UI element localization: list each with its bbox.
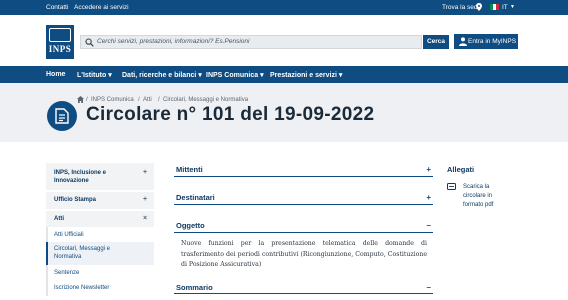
download-pdf-link[interactable]: Scarica la circolare in formato pdf — [463, 183, 523, 210]
nav-home[interactable]: Home — [46, 71, 65, 78]
search-icon — [85, 38, 94, 47]
myinps-login-button[interactable]: Entra in MyINPS — [454, 34, 518, 49]
location-pin-icon — [476, 3, 482, 11]
main-nav: Home L'Istituto ▾ Dati, ricerche e bilan… — [0, 66, 568, 83]
language-selector[interactable]: IT — [502, 4, 508, 11]
expand-icon: + — [143, 196, 148, 203]
section-oggetto[interactable]: Oggetto – — [174, 218, 433, 233]
breadcrumb-atti[interactable]: Atti — [143, 97, 152, 103]
top-utility-bar: Contatti Accedere ai servizi Trova la se… — [0, 0, 568, 15]
nav-comunica[interactable]: INPS Comunica ▾ — [206, 71, 264, 79]
sidebar-subitem-atti-ufficiali[interactable]: Atti Ufficiali — [46, 227, 154, 242]
oggetto-text: Nuove funzioni per la presentazione tele… — [181, 240, 427, 268]
allegati-heading: Allegati — [447, 165, 475, 174]
pdf-icon — [447, 183, 456, 190]
user-icon — [459, 37, 467, 46]
nav-istituto[interactable]: L'Istituto ▾ — [77, 71, 112, 79]
breadcrumb-comunica[interactable]: INPS Comunica — [91, 97, 134, 103]
expand-icon: + — [143, 169, 148, 176]
expand-icon: + — [426, 165, 431, 174]
nav-dati[interactable]: Dati, ricerche e bilanci ▾ — [122, 71, 202, 79]
inps-logo[interactable]: INPS — [46, 25, 74, 59]
close-icon: × — [143, 215, 148, 222]
document-icon — [47, 101, 77, 131]
expand-icon: + — [426, 193, 431, 202]
collapse-icon: – — [426, 221, 431, 230]
contatti-link[interactable]: Contatti — [46, 4, 68, 11]
site-header: INPS Cerchi servizi, prestazioni, inform… — [0, 15, 568, 66]
search-button[interactable]: Cerca — [423, 35, 449, 49]
sidebar-subitem-circolari[interactable]: Circolari, Messaggi e Normativa — [46, 242, 154, 265]
sidebar-subitem-sentenze[interactable]: Sentenze — [46, 265, 154, 280]
italian-flag-icon[interactable] — [490, 4, 499, 10]
search-input[interactable]: Cerchi servizi, prestazioni, informazion… — [80, 35, 422, 49]
section-sommario[interactable]: Sommario – — [174, 280, 433, 294]
search-placeholder: Cerchi servizi, prestazioni, informazion… — [97, 38, 250, 45]
accedere-servizi-link[interactable]: Accedere ai servizi — [74, 4, 129, 11]
nav-prestazioni[interactable]: Prestazioni e servizi ▾ — [270, 71, 342, 79]
sidebar-item-atti[interactable]: Atti × — [46, 211, 154, 227]
page-title: Circolare n° 101 del 19-09-2022 — [86, 104, 375, 125]
home-icon[interactable] — [77, 96, 84, 103]
sidebar-item-ufficio-stampa[interactable]: Ufficio Stampa + — [46, 192, 154, 209]
chevron-down-icon: ▼ — [510, 4, 515, 10]
section-mittenti[interactable]: Mittenti + — [174, 162, 433, 177]
sidebar-item-inclusione[interactable]: INPS, Inclusione e Innovazione + — [46, 163, 154, 190]
collapse-icon: – — [426, 283, 431, 292]
breadcrumb-circolari[interactable]: Circolari, Messaggi e Normativa — [163, 97, 248, 103]
sidebar-subitem-newsletter[interactable]: Iscrizione Newsletter — [46, 280, 154, 296]
section-destinatari[interactable]: Destinatari + — [174, 190, 433, 205]
